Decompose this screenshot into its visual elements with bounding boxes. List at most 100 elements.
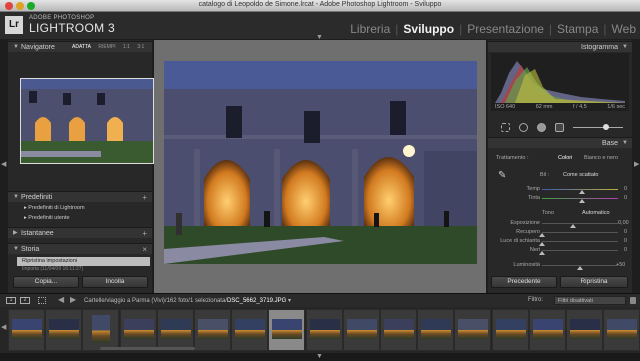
treatment-bw-option[interactable]: Bianco e nero bbox=[584, 155, 618, 161]
zoom-3-1[interactable]: 3:1 bbox=[137, 44, 144, 50]
exposure-slider-knob[interactable] bbox=[570, 224, 576, 228]
previous-button[interactable]: Precedente bbox=[491, 276, 557, 288]
module-library[interactable]: Libreria bbox=[350, 22, 390, 36]
filmstrip-thumbnail[interactable] bbox=[380, 309, 417, 351]
graduated-filter-icon[interactable] bbox=[555, 123, 564, 132]
exposure-slider[interactable] bbox=[542, 223, 618, 224]
tint-slider-knob[interactable] bbox=[579, 199, 585, 203]
histogram-chart[interactable] bbox=[491, 53, 629, 111]
filmstrip-thumbnail[interactable] bbox=[528, 309, 566, 351]
zoom-1-1[interactable]: 1:1 bbox=[123, 44, 130, 50]
treatment-color-option[interactable]: Colori bbox=[558, 155, 572, 161]
collapse-triangle-icon: ▼ bbox=[622, 44, 628, 50]
filmstrip-thumbnail[interactable] bbox=[194, 309, 231, 351]
histogram-header[interactable]: Istogramma ▼ bbox=[488, 41, 632, 52]
left-panel-toggle-icon[interactable]: ◀ bbox=[1, 160, 6, 168]
zoom-fill[interactable]: RIEMPI bbox=[98, 44, 115, 50]
thumbnail-image bbox=[198, 319, 228, 339]
add-preset-icon[interactable]: + bbox=[142, 192, 147, 203]
crop-icon[interactable] bbox=[501, 123, 510, 132]
module-separator: | bbox=[395, 22, 399, 36]
spot-removal-icon[interactable] bbox=[519, 123, 528, 132]
filmstrip-thumbnail[interactable] bbox=[119, 309, 157, 351]
filmstrip-thumbnail[interactable] bbox=[342, 309, 380, 351]
history-header[interactable]: ▼ Storia × bbox=[8, 243, 152, 254]
filmstrip-thumbnail[interactable] bbox=[82, 309, 120, 351]
snapshots-title: Istantanee bbox=[21, 230, 54, 237]
filter-select[interactable]: Filtri disattivati bbox=[554, 296, 626, 305]
blacks-slider-knob[interactable] bbox=[539, 251, 545, 255]
white-balance-picker-icon[interactable]: ✎ bbox=[498, 170, 506, 181]
clear-history-icon[interactable]: × bbox=[142, 244, 147, 255]
navigator-header[interactable]: ▼ Navigatore ADATTA RIEMPI 1:1 3:1 bbox=[8, 41, 152, 52]
filmstrip-thumbnail[interactable] bbox=[45, 309, 83, 351]
module-develop[interactable]: Sviluppo bbox=[403, 22, 454, 36]
brightness-slider-knob[interactable] bbox=[577, 266, 583, 270]
thumbnail-image bbox=[532, 319, 563, 339]
main-photo[interactable] bbox=[164, 61, 477, 264]
main-canvas bbox=[154, 40, 486, 293]
presets-header[interactable]: ▼ Predefiniti + bbox=[8, 191, 152, 202]
filmstrip-thumbnail[interactable] bbox=[417, 309, 455, 351]
preset-folder-lightroom[interactable]: ▸ Predefiniti di Lightroom bbox=[24, 205, 85, 211]
reset-button[interactable]: Ripristina bbox=[560, 276, 628, 288]
base-header[interactable]: Base ▼ bbox=[488, 137, 632, 148]
module-separator: | bbox=[548, 22, 553, 36]
filmstrip-thumbnail[interactable] bbox=[454, 309, 492, 351]
filmstrip-thumbnail[interactable] bbox=[156, 309, 194, 351]
thumbnail-image bbox=[309, 319, 340, 339]
navigator-preview[interactable] bbox=[20, 78, 154, 164]
white-balance-select[interactable]: Come scattato bbox=[563, 172, 598, 178]
zoom-fit[interactable]: ADATTA bbox=[72, 44, 91, 50]
exposure-label: Esposizione bbox=[510, 220, 540, 226]
primary-display-icon[interactable]: 1 bbox=[6, 297, 16, 304]
window-titlebar: catalogo di Leopoldo de Simone.lrcat - A… bbox=[0, 0, 640, 12]
grid-view-icon[interactable] bbox=[38, 297, 46, 304]
tone-label: Tono bbox=[542, 210, 554, 216]
filter-lock-icon[interactable] bbox=[630, 297, 636, 304]
filmstrip-left-icon[interactable]: ◀ bbox=[1, 323, 6, 331]
filmstrip-thumbnail[interactable] bbox=[491, 309, 529, 351]
recovery-slider[interactable] bbox=[542, 232, 618, 233]
adjustment-brush-icon[interactable] bbox=[573, 123, 623, 132]
source-path[interactable]: Cartelle/viaggio a Parma (Vivi)/162 foto… bbox=[84, 297, 291, 304]
recovery-label: Recupero bbox=[516, 229, 540, 235]
recovery-slider-knob[interactable] bbox=[539, 233, 545, 237]
module-slideshow[interactable]: Presentazione bbox=[467, 22, 544, 36]
thumbnail-image bbox=[92, 315, 111, 343]
filmstrip-thumbnail[interactable] bbox=[231, 309, 269, 351]
red-eye-icon[interactable] bbox=[537, 123, 546, 132]
secondary-display-icon[interactable]: 2 bbox=[20, 297, 30, 304]
temp-slider-knob[interactable] bbox=[579, 190, 585, 194]
treatment-label: Trattamento : bbox=[496, 155, 529, 161]
add-snapshot-icon[interactable]: + bbox=[142, 228, 147, 239]
paste-button[interactable]: Incolla bbox=[82, 276, 148, 288]
snapshots-header[interactable]: ▶ Istantanee + bbox=[8, 227, 152, 238]
auto-tone-button[interactable]: Automatico bbox=[582, 210, 610, 216]
right-panel-toggle-icon[interactable]: ▶ bbox=[634, 160, 639, 168]
module-web[interactable]: Web bbox=[612, 22, 636, 36]
module-print[interactable]: Stampa bbox=[557, 22, 598, 36]
temp-label: Temp bbox=[526, 186, 540, 192]
history-item[interactable]: Ripristina impostazioni bbox=[17, 257, 150, 266]
chevron-down-icon: ▾ bbox=[288, 298, 292, 304]
fill-light-slider-knob[interactable] bbox=[539, 242, 545, 246]
source-path-file: DSC_5662_3719.JPG bbox=[226, 298, 287, 304]
preset-folder-user[interactable]: ▸ Predefiniti utente bbox=[24, 215, 70, 221]
filmstrip-thumbnail[interactable] bbox=[566, 309, 603, 351]
copy-button[interactable]: Copia... bbox=[13, 276, 79, 288]
bottom-panel-toggle-icon[interactable]: ▼ bbox=[316, 353, 323, 360]
filmstrip-thumbnail[interactable] bbox=[603, 309, 640, 351]
filmstrip-thumbnail[interactable] bbox=[8, 309, 45, 351]
filmstrip-scrollbar[interactable] bbox=[100, 347, 195, 350]
filmstrip-thumbnail[interactable] bbox=[305, 309, 343, 351]
history-item[interactable]: Importa (11/04/09 16:11:27) bbox=[17, 266, 150, 272]
back-arrow-icon[interactable]: ◀ bbox=[58, 295, 64, 304]
blacks-slider[interactable] bbox=[542, 250, 618, 251]
blacks-value: 0 bbox=[624, 247, 628, 253]
filmstrip-thumbnail[interactable] bbox=[268, 309, 306, 351]
temp-value: 0 bbox=[624, 186, 628, 192]
fill-light-slider[interactable] bbox=[542, 241, 618, 242]
forward-arrow-icon[interactable]: ▶ bbox=[70, 295, 76, 304]
bottom-edge: ▼ bbox=[0, 353, 640, 361]
